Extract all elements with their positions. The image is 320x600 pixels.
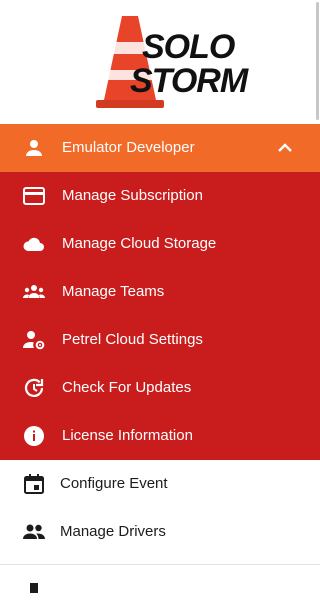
menu-item-label: Check For Updates: [62, 379, 192, 396]
settings-icon: [30, 583, 38, 593]
cloud-icon: [23, 237, 44, 251]
account-header[interactable]: Emulator Developer: [0, 124, 320, 172]
logo-header: SOLO STORM: [0, 0, 320, 124]
account-submenu: Manage Subscription Manage Cloud Storage…: [0, 172, 320, 460]
menu-item-manage-cloud-storage[interactable]: Manage Cloud Storage: [0, 220, 320, 268]
menu-item-petrel-cloud-settings[interactable]: Petrel Cloud Settings: [0, 316, 320, 364]
menu-item-manage-subscription[interactable]: Manage Subscription: [0, 172, 320, 220]
menu-item-configure-event[interactable]: Configure Event: [0, 460, 320, 508]
menu-item-manage-drivers[interactable]: Manage Drivers: [0, 508, 320, 556]
menu-item-label: License Information: [62, 427, 193, 444]
group-icon: [23, 285, 45, 298]
menu-item-license-information[interactable]: License Information: [0, 412, 320, 460]
main-menu: Configure Event Manage Drivers: [0, 460, 320, 595]
scrollbar[interactable]: [316, 2, 319, 120]
menu-item-label: Manage Subscription: [62, 187, 203, 204]
people-icon: [23, 524, 45, 539]
menu-item-label: Configure Event: [60, 475, 168, 492]
info-icon: [24, 426, 44, 446]
menu-item-label: Manage Teams: [62, 283, 165, 300]
menu-item-manage-teams[interactable]: Manage Teams: [0, 268, 320, 316]
person-icon: [26, 140, 42, 156]
menu-item-label: Petrel Cloud Settings: [62, 331, 203, 348]
menu-item-partial[interactable]: [0, 565, 320, 595]
chevron-up-icon[interactable]: [273, 136, 297, 160]
menu-item-label: Manage Cloud Storage: [62, 235, 217, 252]
menu-item-label: Manage Drivers: [60, 523, 166, 540]
person-gear-icon: [23, 331, 45, 350]
credit-card-icon: [23, 187, 45, 205]
calendar-icon: [24, 474, 44, 494]
navigation-drawer: SOLO STORM Emulator Developer Manage Sub…: [0, 0, 320, 600]
logo-text-storm: STORM: [130, 62, 248, 100]
account-name: Emulator Developer: [62, 139, 195, 156]
menu-item-check-for-updates[interactable]: Check For Updates: [0, 364, 320, 412]
update-icon: [24, 378, 44, 397]
